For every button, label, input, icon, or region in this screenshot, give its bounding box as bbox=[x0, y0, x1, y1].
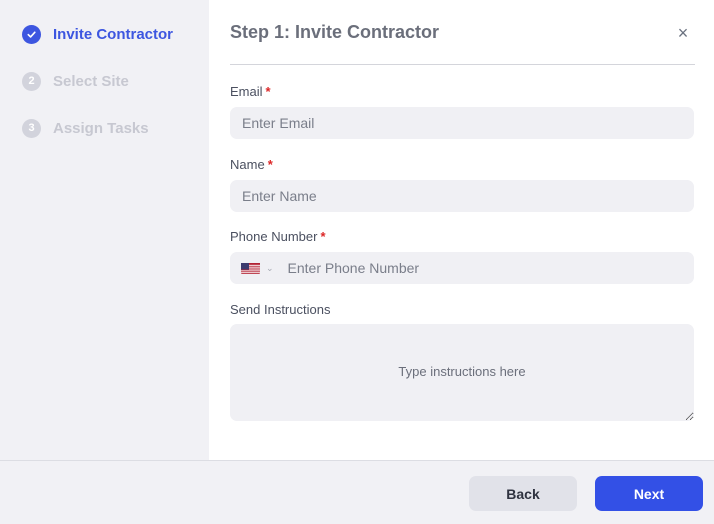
name-field[interactable] bbox=[230, 180, 694, 212]
step-invite-contractor[interactable]: Invite Contractor bbox=[22, 23, 173, 45]
chevron-down-icon[interactable]: ⌄ bbox=[266, 263, 274, 274]
required-asterisk: * bbox=[265, 84, 271, 99]
required-asterisk: * bbox=[320, 229, 326, 244]
phone-label: Phone Number * bbox=[230, 229, 326, 244]
checkmark-icon bbox=[22, 24, 41, 44]
step-label: Assign Tasks bbox=[53, 119, 149, 137]
instructions-textarea[interactable] bbox=[230, 324, 694, 421]
invite-contractor-panel: Step 1: Invite Contractor × Email* Name*… bbox=[209, 0, 714, 461]
stepper-sidebar: Invite Contractor 2 Select Site 3 Assign… bbox=[0, 0, 209, 461]
footer-bar: Back Next bbox=[0, 460, 714, 524]
step-assign-tasks[interactable]: 3 Assign Tasks bbox=[22, 117, 149, 139]
name-label-text: Name bbox=[230, 157, 265, 172]
phone-label-text: Phone Number bbox=[230, 229, 318, 244]
step-label: Select Site bbox=[53, 72, 129, 90]
required-asterisk: * bbox=[267, 157, 273, 172]
email-field[interactable] bbox=[230, 107, 694, 139]
phone-number-field[interactable] bbox=[287, 252, 694, 284]
step-number-badge: 3 bbox=[22, 118, 41, 138]
close-icon[interactable]: × bbox=[675, 24, 691, 42]
back-button[interactable]: Back bbox=[469, 476, 577, 511]
email-label: Email * bbox=[230, 84, 271, 99]
phone-field-group: ⌄ bbox=[230, 252, 694, 284]
page-title: Step 1: Invite Contractor bbox=[230, 22, 440, 42]
name-label: Name * bbox=[230, 157, 273, 172]
divider bbox=[230, 64, 695, 65]
step-label: Invite Contractor bbox=[53, 25, 174, 43]
instructions-label: Send Instructions bbox=[230, 302, 331, 317]
us-flag-icon[interactable] bbox=[241, 262, 260, 274]
step-number-badge: 2 bbox=[22, 71, 41, 91]
next-button[interactable]: Next bbox=[595, 476, 703, 511]
email-label-text: Email bbox=[230, 84, 263, 99]
step-select-site[interactable]: 2 Select Site bbox=[22, 70, 129, 92]
